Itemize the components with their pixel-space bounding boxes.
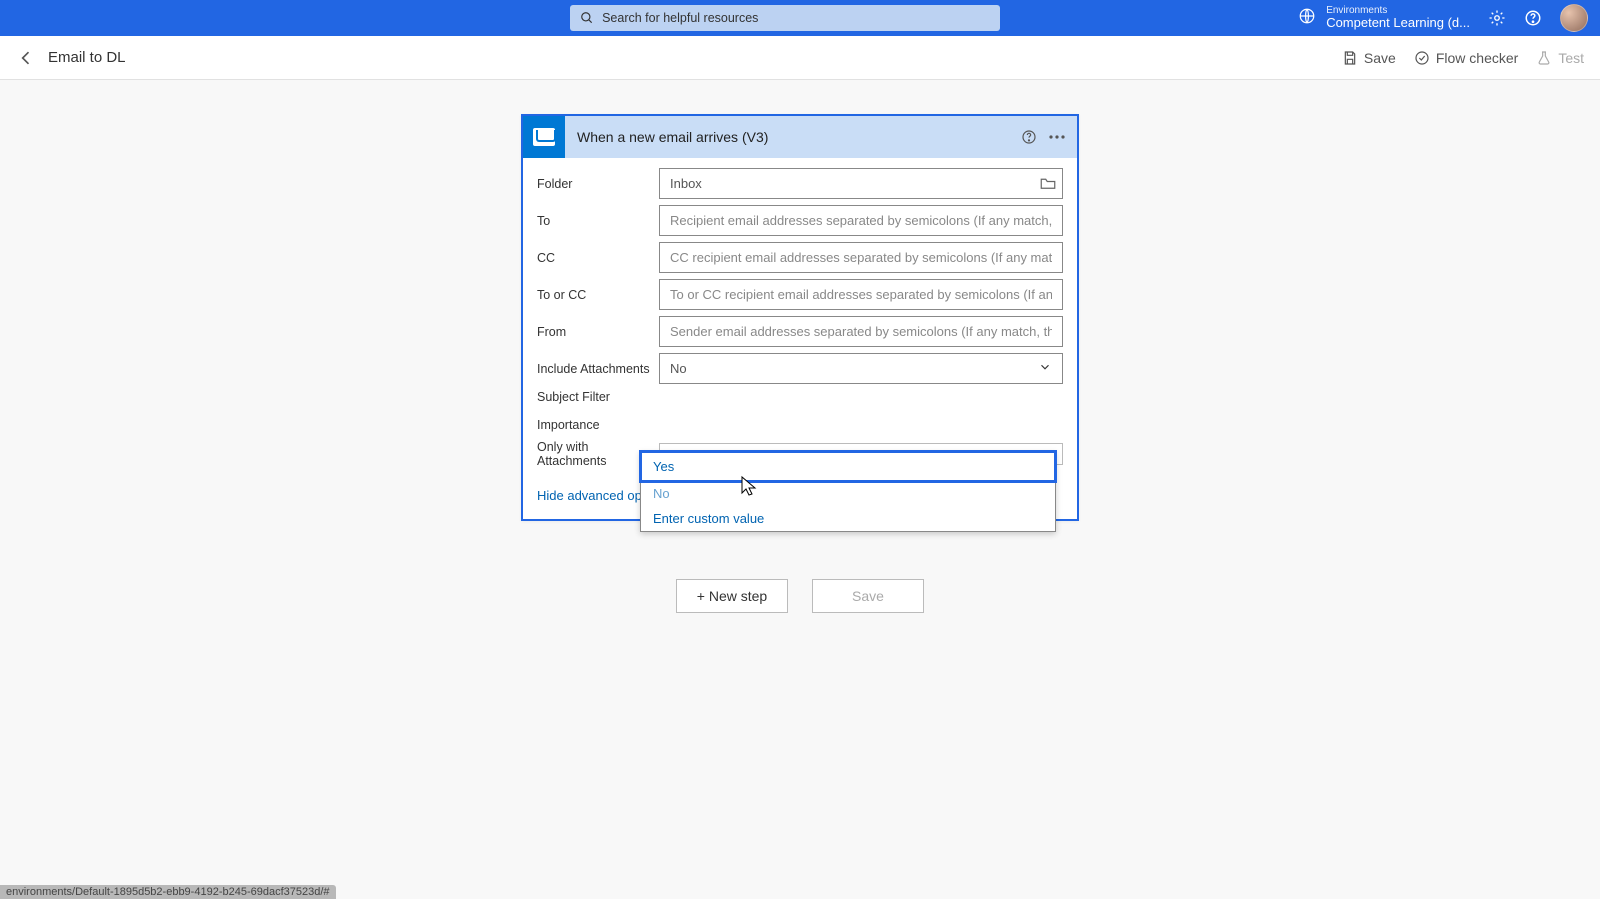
include-attachments-dropdown: Yes No Enter custom value bbox=[640, 451, 1056, 532]
bottom-save-button[interactable]: Save bbox=[812, 579, 924, 613]
flow-title: Email to DL bbox=[48, 49, 126, 66]
new-step-button[interactable]: + New step bbox=[676, 579, 788, 613]
flow-checker-button[interactable]: Flow checker bbox=[1414, 50, 1518, 66]
from-input[interactable] bbox=[659, 316, 1063, 347]
dropdown-option-yes[interactable]: Yes bbox=[641, 452, 1055, 481]
search-input[interactable] bbox=[602, 11, 990, 25]
save-button[interactable]: Save bbox=[1342, 50, 1396, 66]
dropdown-option-no[interactable]: No bbox=[641, 481, 1055, 506]
back-button[interactable] bbox=[16, 48, 36, 68]
trigger-title: When a new email arrives (V3) bbox=[565, 129, 1021, 145]
environment-value: Competent Learning (d... bbox=[1326, 15, 1470, 30]
test-button[interactable]: Test bbox=[1536, 50, 1584, 66]
to-label: To bbox=[537, 214, 659, 228]
environment-icon bbox=[1298, 7, 1316, 28]
status-text: environments/Default-1895d5b2-ebb9-4192-… bbox=[0, 885, 336, 899]
importance-label: Importance bbox=[537, 418, 659, 432]
folder-picker-icon[interactable] bbox=[1039, 175, 1057, 196]
save-label: Save bbox=[1364, 50, 1396, 66]
global-search[interactable] bbox=[570, 5, 1000, 31]
include-att-select[interactable]: No bbox=[659, 353, 1063, 384]
search-icon bbox=[580, 11, 594, 25]
environment-label: Environments bbox=[1326, 5, 1470, 16]
folder-input[interactable] bbox=[659, 168, 1063, 199]
flow-checker-label: Flow checker bbox=[1436, 50, 1518, 66]
include-att-label: Include Attachments bbox=[537, 362, 659, 376]
folder-label: Folder bbox=[537, 177, 659, 191]
test-label: Test bbox=[1558, 50, 1584, 66]
settings-icon[interactable] bbox=[1488, 9, 1506, 27]
outlook-icon bbox=[523, 116, 565, 158]
environment-picker[interactable]: Environments Competent Learning (d... bbox=[1298, 5, 1470, 30]
dropdown-option-custom[interactable]: Enter custom value bbox=[641, 506, 1055, 531]
cc-label: CC bbox=[537, 251, 659, 265]
chevron-down-icon bbox=[1038, 360, 1052, 377]
trigger-header[interactable]: When a new email arrives (V3) bbox=[523, 116, 1077, 158]
help-trigger-icon[interactable] bbox=[1021, 129, 1037, 145]
toorcc-input[interactable] bbox=[659, 279, 1063, 310]
subject-filter-label: Subject Filter bbox=[537, 390, 659, 404]
more-icon[interactable] bbox=[1049, 135, 1065, 139]
cc-input[interactable] bbox=[659, 242, 1063, 273]
help-icon[interactable] bbox=[1524, 9, 1542, 27]
to-input[interactable] bbox=[659, 205, 1063, 236]
from-label: From bbox=[537, 325, 659, 339]
toorcc-label: To or CC bbox=[537, 288, 659, 302]
include-att-value: No bbox=[670, 361, 687, 376]
avatar[interactable] bbox=[1560, 4, 1588, 32]
